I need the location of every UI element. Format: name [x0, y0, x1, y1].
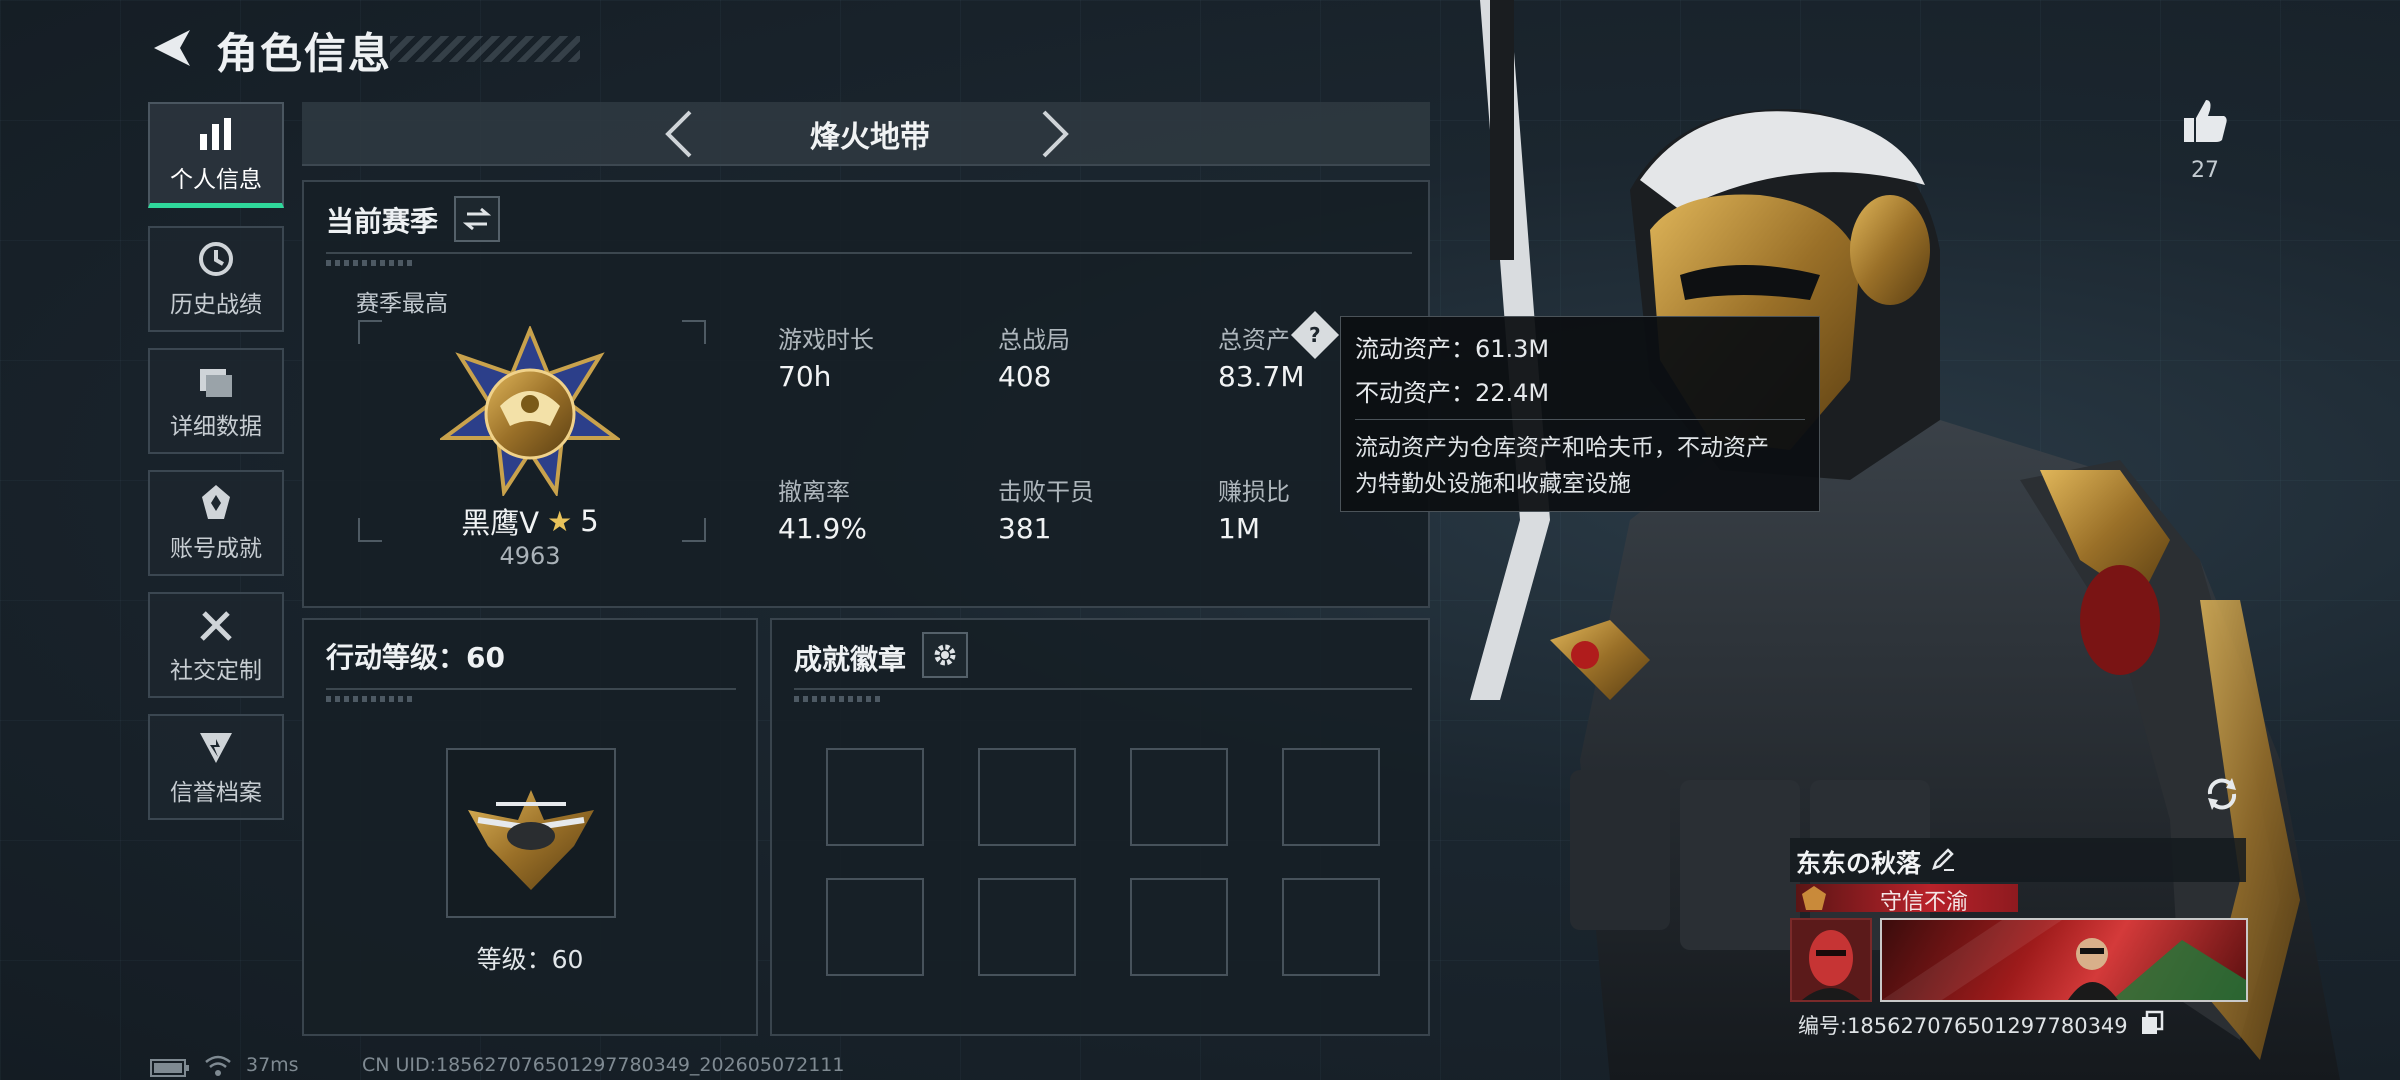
stat-label: 游戏时长: [778, 326, 874, 354]
page-title: 角色信息: [216, 29, 393, 78]
sidebar-item-detailed-data[interactable]: 详细数据: [148, 348, 284, 454]
mode-title: 烽火地带: [810, 120, 930, 155]
ping-text: 37ms: [246, 1054, 299, 1076]
switch-season-button[interactable]: [454, 196, 500, 242]
rank-name: 黑鹰V: [461, 506, 540, 540]
sidebar-item-label: 账号成就: [170, 536, 262, 562]
badge-slot[interactable]: [826, 748, 924, 846]
badge-slot[interactable]: [1130, 748, 1228, 846]
gear-icon: [934, 644, 956, 666]
sidebar-item-label: 社交定制: [170, 658, 262, 684]
stat-label: 击败干员: [998, 478, 1094, 506]
stat-label: 撤离率: [778, 478, 850, 506]
badge-slot[interactable]: [826, 878, 924, 976]
sidebar-item-label: 历史战绩: [170, 292, 262, 318]
season-title: 当前赛季: [326, 205, 439, 238]
badge-settings-button[interactable]: [922, 632, 968, 678]
level-title: 行动等级：60: [326, 641, 505, 674]
wifi-icon: [205, 1055, 231, 1076]
rank-line: 黑鹰V ★ 5: [356, 500, 704, 542]
clock-icon: [199, 242, 233, 276]
season-best-label: 赛季最高: [356, 291, 448, 317]
rank-stars: 5: [580, 504, 599, 538]
sidebar-item-label: 详细数据: [170, 414, 262, 440]
stat-value: 70h: [778, 360, 832, 393]
player-id: 编号:1856270765012977803​49: [1798, 1014, 2128, 1038]
divider: [326, 688, 736, 690]
copy-icon[interactable]: [2140, 1010, 2164, 1036]
sidebar-item-achievements[interactable]: 账号成就: [148, 470, 284, 576]
star-icon: ★: [547, 504, 573, 538]
sidebar-item-label: 信誉档案: [170, 780, 262, 806]
folder-icon: [200, 369, 232, 397]
divider: [326, 252, 1412, 254]
divider: [1355, 419, 1805, 420]
sidebar-item-history[interactable]: 历史战绩: [148, 226, 284, 332]
edit-icon[interactable]: [1930, 846, 1956, 872]
liquid-assets: 流动资产：61.3M: [1355, 335, 1550, 363]
thumbs-up-icon[interactable]: [2180, 96, 2230, 146]
sidebar-item-social-custom[interactable]: 社交定制: [148, 592, 284, 698]
medal-icon: [202, 485, 230, 519]
assets-description-line1: 流动资产为仓库资产和哈夫币，不动资产: [1355, 435, 1769, 461]
title-emblem-icon: [1802, 886, 1826, 910]
title-decoration: [390, 36, 580, 62]
sidebar-item-reputation[interactable]: 信誉档案: [148, 714, 284, 820]
banner-art: [1882, 920, 2246, 1000]
player-name: 东东の秋落: [1796, 849, 1922, 878]
badge-slot[interactable]: [1130, 878, 1228, 976]
sidebar-item-personal-info[interactable]: 个人信息: [148, 102, 284, 208]
avatar[interactable]: [1790, 918, 1872, 1002]
badge-slot[interactable]: [1282, 748, 1380, 846]
avatar-mask-icon: [1802, 930, 1860, 1000]
badge-slot[interactable]: [978, 748, 1076, 846]
stat-value: 408: [998, 360, 1052, 393]
battery-icon: [150, 1059, 189, 1077]
assets-tooltip: 流动资产：61.3M 不动资产：22.4M 流动资产为仓库资产和哈夫币，不动资产…: [1340, 316, 1820, 512]
stat-value: 41.9%: [778, 512, 867, 545]
stat-value: 381: [998, 512, 1052, 545]
divider: [794, 688, 1412, 690]
level-label: 等级：60: [476, 945, 584, 974]
helicopter-emblem-icon: [468, 790, 594, 890]
decoration-dots: [326, 696, 416, 702]
swap-icon: [463, 207, 491, 231]
back-arrow-icon[interactable]: [150, 26, 194, 70]
rank-score: 4963: [499, 542, 561, 570]
fixed-assets: 不动资产：22.4M: [1355, 379, 1550, 407]
stat-label: 总战局: [998, 326, 1070, 354]
chevron-left-icon[interactable]: [660, 108, 700, 160]
bar-chart-icon: [200, 117, 231, 150]
tools-icon: [200, 611, 232, 641]
frame-corner: [358, 320, 382, 344]
like-count: 27: [2191, 158, 2219, 183]
stat-value: 83.7M: [1218, 360, 1305, 393]
name-card-banner: [1880, 918, 2248, 1002]
shield-icon: [200, 733, 232, 763]
sidebar-item-label: 个人信息: [170, 166, 262, 193]
decoration-dots: [326, 260, 416, 266]
refresh-icon[interactable]: [2202, 774, 2242, 814]
badge-slot[interactable]: [978, 878, 1076, 976]
decoration-dots: [794, 696, 884, 702]
player-title: 守信不渝: [1879, 890, 1968, 915]
assets-description-line2: 为特勤处设施和收藏室设施: [1355, 471, 1631, 497]
stat-label: 总资产: [1218, 326, 1290, 354]
rank-emblem-icon: [440, 326, 620, 496]
badges-title: 成就徽章: [794, 643, 907, 676]
chevron-right-icon[interactable]: [1034, 108, 1074, 160]
uid-text: CN UID:185627076501297780349_20260507211…: [362, 1054, 845, 1076]
frame-corner: [682, 320, 706, 344]
stat-value: 1M: [1218, 512, 1260, 545]
badge-slot[interactable]: [1282, 878, 1380, 976]
level-emblem-frame: [446, 748, 616, 918]
stat-label: 赚损比: [1218, 478, 1290, 506]
